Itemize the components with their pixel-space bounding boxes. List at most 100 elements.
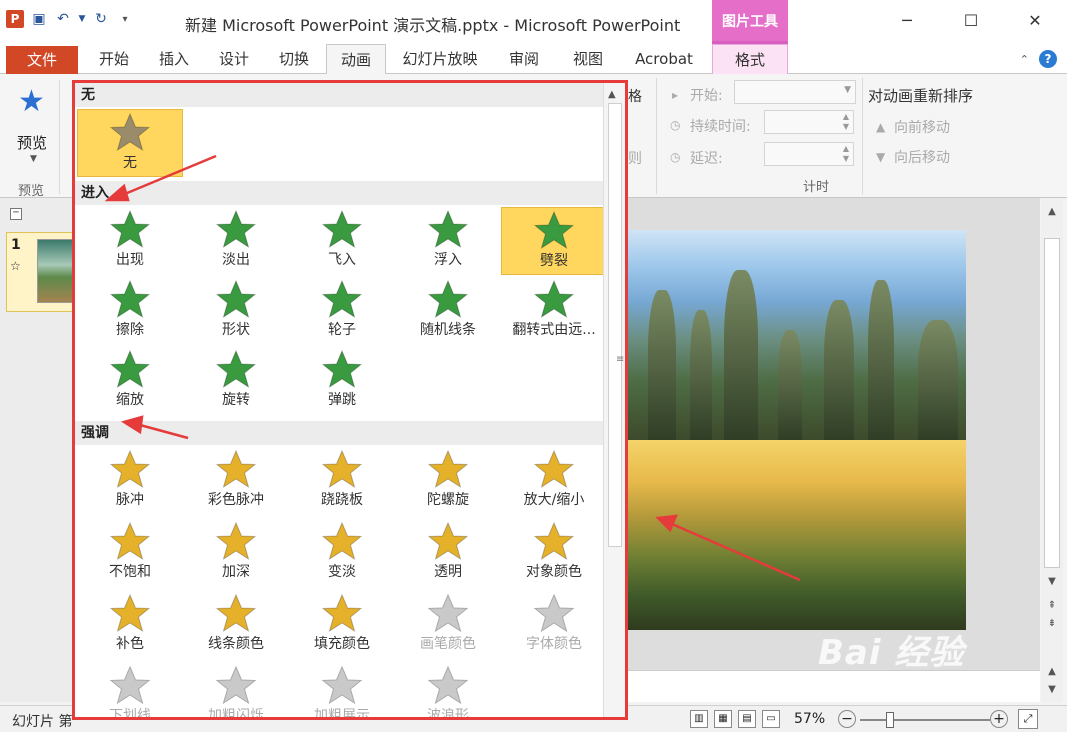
animation-entrance-item[interactable]: 飞入 [289,207,395,275]
tab-animations[interactable]: 动画 [326,44,386,75]
animation-emphasis-item[interactable]: 脉冲 [77,447,183,515]
animation-emphasis-item[interactable]: 补色 [77,591,183,659]
preview-star-icon[interactable]: ★ [18,84,45,119]
delay-spinner[interactable]: ▲ ▼ [764,142,854,166]
animation-emphasis-item[interactable]: 跷跷板 [289,447,395,515]
animation-emphasis-item[interactable]: 下划线 [77,663,183,717]
gallery-scroll-thumb[interactable]: ≡ [608,103,624,547]
animation-item-label: 透明 [434,564,462,580]
maximize-button[interactable]: ☐ [939,0,1003,40]
animation-entrance-item[interactable]: 缩放 [77,347,183,415]
fit-to-window-icon[interactable]: ⤢ [1018,709,1038,729]
animation-emphasis-item[interactable]: 变淡 [289,519,395,587]
previous-slide-icon[interactable]: ⇞ [1045,600,1059,614]
move-later-button[interactable]: 向后移动 [894,147,950,167]
animation-emphasis-item[interactable]: 加粗展示 [289,663,395,720]
powerpoint-logo-icon[interactable]: P [6,10,24,28]
animation-entrance-item[interactable]: 随机线条 [395,277,501,345]
tab-home[interactable]: 开始 [86,44,142,74]
animation-item-label: 浮入 [434,252,462,268]
animation-item-label: 擦除 [116,322,144,338]
minimize-button[interactable]: ─ [875,0,939,40]
animation-entrance-item[interactable]: 轮子 [289,277,395,345]
animation-none-item[interactable]: 无 [77,109,183,177]
panel-toggle-icon[interactable]: ─ [10,208,22,220]
move-earlier-icon: ▲ [876,120,886,134]
slide-sorter-icon[interactable]: ▦ [714,710,732,728]
animation-entrance-item[interactable]: 旋转 [183,347,289,415]
tab-acrobat[interactable]: Acrobat [624,44,704,74]
tab-transitions[interactable]: 切换 [266,44,322,74]
scroll-down-icon[interactable]: ▼ [1045,576,1059,590]
tab-design[interactable]: 设计 [206,44,262,74]
zoom-in-icon[interactable]: + [990,710,1008,728]
save-icon[interactable]: ▣ [30,10,48,28]
preview-dropdown-icon[interactable]: ▼ [30,154,37,164]
tab-slideshow[interactable]: 幻灯片放映 [392,44,488,74]
animation-entrance-item[interactable]: 劈裂 [501,207,607,275]
undo-dropdown-icon[interactable]: ▼ [78,10,86,28]
animation-emphasis-item[interactable]: 彩色脉冲 [183,447,289,515]
gallery-scrollbar[interactable]: ▲ ≡ [603,83,625,717]
close-button[interactable]: ✕ [1003,0,1067,40]
reading-view-icon[interactable]: ▤ [738,710,756,728]
animation-item-label: 形状 [222,322,250,338]
scroll-thumb[interactable] [1044,238,1060,568]
slide-thumbnail-item[interactable]: 1 ☆ [6,232,77,312]
animation-star-icon [109,449,151,489]
section-emphasis: 强调 [75,421,603,445]
animation-emphasis-item[interactable]: 波浪形 [395,663,501,717]
zoom-slider-handle[interactable] [886,712,894,728]
animation-star-icon [215,593,257,633]
slideshow-view-icon[interactable]: ▭ [762,710,780,728]
animation-emphasis-item[interactable]: 不饱和 [77,519,183,587]
animation-entrance-item[interactable]: 弹跳 [289,347,395,415]
tab-file[interactable]: 文件 [6,46,78,74]
animation-emphasis-item[interactable]: 画笔颜色 [395,591,501,659]
animation-entrance-item[interactable]: 形状 [183,277,289,345]
ribbon-separator [862,78,863,194]
animation-emphasis-item[interactable]: 加深 [183,519,289,587]
animation-emphasis-item[interactable]: 加粗闪烁 [183,663,289,717]
tab-insert[interactable]: 插入 [146,44,202,74]
animation-entrance-item[interactable]: 擦除 [77,277,183,345]
animation-star-icon [109,209,151,249]
preview-button[interactable]: 预览 [17,132,47,153]
valley-sunset-photo[interactable] [628,440,966,630]
tab-review[interactable]: 审阅 [496,44,552,74]
zoom-slider[interactable] [860,719,990,721]
undo-icon[interactable]: ↶ [54,10,72,28]
animation-emphasis-item[interactable]: 透明 [395,519,501,587]
animation-emphasis-item[interactable]: 陀螺旋 [395,447,501,515]
normal-view-icon[interactable]: ▥ [690,710,708,728]
animation-entrance-item[interactable]: 淡出 [183,207,289,275]
move-earlier-button[interactable]: 向前移动 [894,117,950,137]
animation-emphasis-item[interactable]: 放大/缩小 [501,447,607,515]
start-dropdown[interactable]: ▼ [734,80,856,104]
gallery-scroll-up-icon[interactable]: ▲ [608,89,616,100]
customize-qat-icon[interactable]: ▾ [116,10,134,28]
duration-spinner[interactable]: ▲ ▼ [764,110,854,134]
zoom-level[interactable]: 57% [794,711,825,727]
animation-star-icon [109,112,151,152]
animation-emphasis-item[interactable]: 线条颜色 [183,591,289,659]
animation-entrance-item[interactable]: 翻转式由远... [501,277,607,345]
help-icon[interactable]: ? [1039,50,1057,68]
mountain-photo[interactable] [628,230,966,440]
animation-entrance-item[interactable]: 浮入 [395,207,501,275]
zoom-out-icon[interactable]: − [838,710,856,728]
animation-emphasis-item[interactable]: 字体颜色 [501,591,607,659]
animation-item-label: 彩色脉冲 [208,492,264,508]
animation-item-label: 加粗展示 [314,708,370,720]
redo-icon[interactable]: ↻ [92,10,110,28]
timing-group-label: 计时 [803,180,830,195]
minimize-ribbon-icon[interactable]: ⌃ [1020,53,1029,66]
slide-thumbnail-image [37,239,77,303]
animation-star-icon [427,279,469,319]
tab-view[interactable]: 视图 [560,44,616,74]
animation-entrance-item[interactable]: 出现 [77,207,183,275]
animation-emphasis-item[interactable]: 对象颜色 [501,519,607,587]
scroll-up-icon[interactable]: ▲ [1045,206,1059,220]
tab-format[interactable]: 格式 [712,44,788,74]
animation-emphasis-item[interactable]: 填充颜色 [289,591,395,659]
